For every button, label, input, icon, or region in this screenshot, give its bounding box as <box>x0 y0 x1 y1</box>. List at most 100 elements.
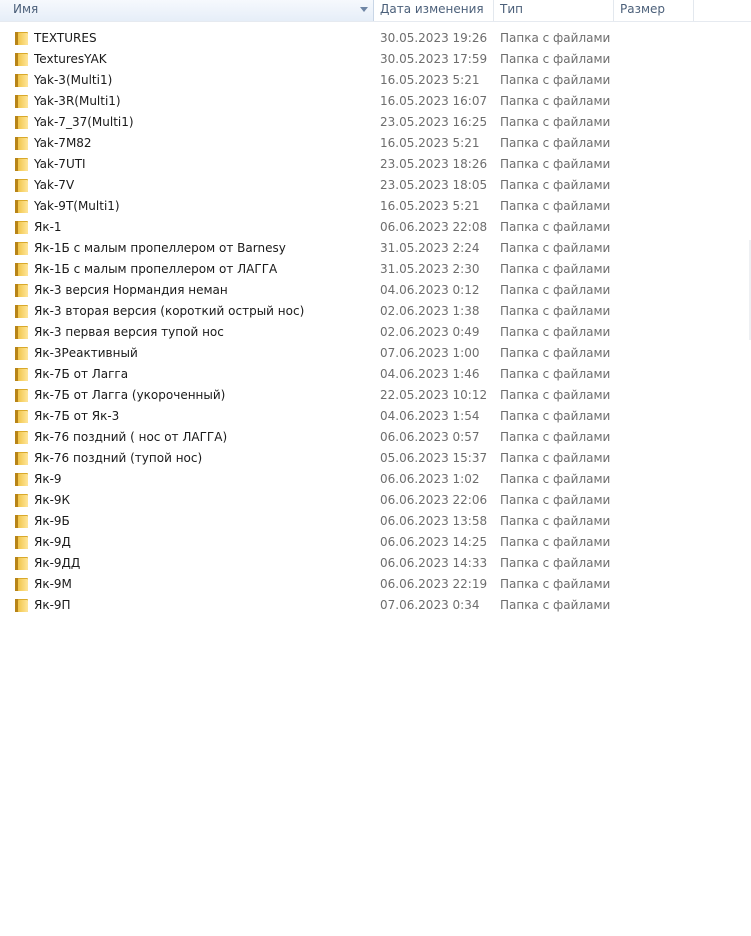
column-header-date-label: Дата изменения <box>380 2 484 16</box>
file-date-modified: 06.06.2023 13:58 <box>380 514 488 528</box>
file-name[interactable]: Як-76 поздний ( нос от ЛАГГА) <box>34 427 372 448</box>
file-list-view: Имя Дата изменения Тип Размер TEXTURES 30… <box>0 0 751 936</box>
file-type: Папка с файлами <box>500 451 611 465</box>
file-date-modified: 30.05.2023 17:59 <box>380 52 488 66</box>
file-type: Папка с файлами <box>500 535 611 549</box>
folder-icon <box>15 557 29 570</box>
table-row[interactable]: Як-7Б от Як-3 04.06.2023 1:54 Папка с файл… <box>0 406 751 427</box>
file-date-modified: 31.05.2023 2:24 <box>380 241 480 255</box>
table-row[interactable]: Як-9ДД 06.06.2023 14:33 Папка с файлами <box>0 553 751 574</box>
file-name[interactable]: Як-3Реактивный <box>34 343 372 364</box>
table-row[interactable]: Як-1 06.06.2023 22:08 Папка с файлами <box>0 217 751 238</box>
table-row[interactable]: Yak-9T(Multi1) 16.05.2023 5:21 Папка с фай… <box>0 196 751 217</box>
table-row[interactable]: Як-9 06.06.2023 1:02 Папка с файлами <box>0 469 751 490</box>
file-name[interactable]: Yak-3(Multi1) <box>34 70 372 91</box>
sort-down-arrow-icon[interactable] <box>360 7 368 12</box>
column-header-size[interactable]: Размер <box>614 0 694 21</box>
table-row[interactable]: Yak-3(Multi1) 16.05.2023 5:21 Папка с файл… <box>0 70 751 91</box>
file-name[interactable]: TexturesYAK <box>34 49 372 70</box>
file-date-modified: 06.06.2023 1:02 <box>380 472 480 486</box>
file-type: Папка с файлами <box>500 241 611 255</box>
file-type: Папка с файлами <box>500 493 611 507</box>
file-name[interactable]: Yak-9T(Multi1) <box>34 196 372 217</box>
table-row[interactable]: Як-7Б от Лагга (укороченный) 22.05.2023 1… <box>0 385 751 406</box>
column-header-date[interactable]: Дата изменения <box>374 0 494 21</box>
file-name[interactable]: Як-9М <box>34 574 372 595</box>
file-date-modified: 23.05.2023 16:25 <box>380 115 488 129</box>
file-name[interactable]: Як-7Б от Як-3 <box>34 406 372 427</box>
folder-icon <box>15 284 29 297</box>
file-name[interactable]: Як-7Б от Лагга <box>34 364 372 385</box>
folder-icon <box>15 452 29 465</box>
table-row[interactable]: Як-3 версия Нормандия неман 04.06.2023 0:… <box>0 280 751 301</box>
file-type: Папка с файлами <box>500 556 611 570</box>
table-row[interactable]: Як-1Б с малым пропеллером от Barnesy 31.0… <box>0 238 751 259</box>
table-row[interactable]: Як-9К 06.06.2023 22:06 Папка с файлами <box>0 490 751 511</box>
file-type: Папка с файлами <box>500 52 611 66</box>
file-name[interactable]: Yak-7UTI <box>34 154 372 175</box>
file-rows: TEXTURES 30.05.2023 19:26 Папка с файлами T… <box>0 28 751 616</box>
file-date-modified: 04.06.2023 0:12 <box>380 283 480 297</box>
table-row[interactable]: TexturesYAK 30.05.2023 17:59 Папка с файла… <box>0 49 751 70</box>
file-name[interactable]: Yak-7_37(Multi1) <box>34 112 372 133</box>
file-name[interactable]: Як-9П <box>34 595 372 616</box>
file-name[interactable]: Як-9К <box>34 490 372 511</box>
file-type: Папка с файлами <box>500 157 611 171</box>
table-row[interactable]: Як-9П 07.06.2023 0:34 Папка с файлами <box>0 595 751 616</box>
file-name[interactable]: TEXTURES <box>34 28 372 49</box>
column-header-type[interactable]: Тип <box>494 0 614 21</box>
table-row[interactable]: Yak-7UTI 23.05.2023 18:26 Папка с файлами <box>0 154 751 175</box>
table-row[interactable]: Yak-7V 23.05.2023 18:05 Папка с файлами <box>0 175 751 196</box>
folder-icon <box>15 305 29 318</box>
table-row[interactable]: Як-76 поздний ( нос от ЛАГГА) 06.06.2023 … <box>0 427 751 448</box>
file-type: Папка с файлами <box>500 598 611 612</box>
table-row[interactable]: Як-7Б от Лагга 04.06.2023 1:46 Папка с фай… <box>0 364 751 385</box>
file-name[interactable]: Як-9ДД <box>34 553 372 574</box>
table-row[interactable]: Як-3 вторая версия (короткий острый нос)… <box>0 301 751 322</box>
file-type: Папка с файлами <box>500 199 611 213</box>
file-date-modified: 16.05.2023 5:21 <box>380 199 480 213</box>
table-row[interactable]: Як-9Д 06.06.2023 14:25 Папка с файлами <box>0 532 751 553</box>
table-row[interactable]: TEXTURES 30.05.2023 19:26 Папка с файлами <box>0 28 751 49</box>
file-name[interactable]: Yak-7M82 <box>34 133 372 154</box>
file-name[interactable]: Як-1 <box>34 217 372 238</box>
folder-icon <box>15 599 29 612</box>
file-name[interactable]: Yak-7V <box>34 175 372 196</box>
file-name[interactable]: Як-1Б с малым пропеллером от Barnesy <box>34 238 372 259</box>
file-date-modified: 06.06.2023 14:25 <box>380 535 488 549</box>
file-name[interactable]: Як-9Б <box>34 511 372 532</box>
table-row[interactable]: Як-9Б 06.06.2023 13:58 Папка с файлами <box>0 511 751 532</box>
file-name[interactable]: Як-9 <box>34 469 372 490</box>
table-row[interactable]: Як-76 поздний (тупой нос) 05.06.2023 15:3… <box>0 448 751 469</box>
file-type: Папка с файлами <box>500 262 611 276</box>
file-date-modified: 07.06.2023 1:00 <box>380 346 480 360</box>
file-date-modified: 05.06.2023 15:37 <box>380 451 488 465</box>
file-name[interactable]: Як-7Б от Лагга (укороченный) <box>34 385 372 406</box>
table-row[interactable]: Як-1Б с малым пропеллером от ЛАГГА 31.05.… <box>0 259 751 280</box>
file-name[interactable]: Як-3 первая версия тупой нос <box>34 322 372 343</box>
folder-icon <box>15 263 29 276</box>
file-date-modified: 06.06.2023 22:06 <box>380 493 488 507</box>
file-name[interactable]: Як-1Б с малым пропеллером от ЛАГГА <box>34 259 372 280</box>
folder-icon <box>15 74 29 87</box>
table-row[interactable]: Yak-3R(Multi1) 16.05.2023 16:07 Папка с фа… <box>0 91 751 112</box>
file-name[interactable]: Як-3 вторая версия (короткий острый нос) <box>34 301 372 322</box>
table-row[interactable]: Yak-7M82 16.05.2023 5:21 Папка с файлами <box>0 133 751 154</box>
file-name[interactable]: Як-9Д <box>34 532 372 553</box>
file-name[interactable]: Як-3 версия Нормандия неман <box>34 280 372 301</box>
column-header-name[interactable]: Имя <box>0 0 374 21</box>
file-type: Папка с файлами <box>500 178 611 192</box>
file-date-modified: 06.06.2023 22:19 <box>380 577 488 591</box>
folder-icon <box>15 494 29 507</box>
file-name[interactable]: Як-76 поздний (тупой нос) <box>34 448 372 469</box>
table-row[interactable]: Як-3 первая версия тупой нос 02.06.2023 0… <box>0 322 751 343</box>
file-type: Папка с файлами <box>500 388 611 402</box>
file-date-modified: 31.05.2023 2:30 <box>380 262 480 276</box>
table-row[interactable]: Як-3Реактивный 07.06.2023 1:00 Папка с фай… <box>0 343 751 364</box>
folder-icon <box>15 326 29 339</box>
table-row[interactable]: Як-9М 06.06.2023 22:19 Папка с файлами <box>0 574 751 595</box>
folder-icon <box>15 578 29 591</box>
file-type: Папка с файлами <box>500 346 611 360</box>
file-name[interactable]: Yak-3R(Multi1) <box>34 91 372 112</box>
table-row[interactable]: Yak-7_37(Multi1) 23.05.2023 16:25 Папка с … <box>0 112 751 133</box>
